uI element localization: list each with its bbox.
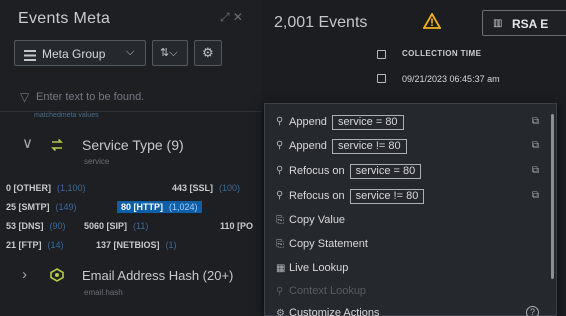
meta-value-item[interactable]: 21 [FTP] (14) [6, 240, 64, 250]
meta-value-item[interactable]: 137 [NETBIOS] (1) [96, 240, 177, 250]
event-row-time[interactable]: 09/21/2023 06:45:37 am [402, 74, 500, 84]
filter-input[interactable]: Enter text to be found. [36, 91, 144, 103]
copy-icon: ⎘ [276, 239, 284, 250]
meta-group-label: Meta Group [42, 47, 106, 61]
meta-group-icon [24, 48, 36, 66]
email-hash-icon [50, 268, 64, 287]
menu-item-refocus-not-equals[interactable]: ⚲ Refocus on service != 80 ⧉ [265, 184, 551, 208]
meta-value-item[interactable]: 0 [OTHER] (1,100) [6, 183, 86, 193]
query-chip: service = 80 [349, 164, 422, 179]
search-icon: ⚲ [276, 140, 284, 151]
gear-icon: ⚙ [276, 308, 285, 316]
settings-button[interactable]: ⚙ [194, 40, 222, 66]
meta-value-item[interactable]: 443 [SSL] (100) [172, 183, 240, 193]
search-icon: ⚲ [276, 165, 284, 176]
email-hash-title[interactable]: Email Address Hash (20+) [82, 268, 233, 283]
rsa-button-label: RSA E [512, 17, 549, 31]
filter-row[interactable]: ▽ Enter text to be found. [0, 84, 262, 112]
expand-chevron-icon[interactable]: › [22, 266, 27, 283]
search-icon: ⚲ [276, 116, 284, 127]
external-link-icon[interactable]: ⧉ [532, 140, 539, 151]
service-type-icon [50, 138, 64, 157]
events-count: 2,001 Events [274, 14, 368, 31]
help-icon[interactable]: ? [526, 306, 539, 316]
menu-item-refocus-equals[interactable]: ⚲ Refocus on service = 80 ⧉ [265, 159, 551, 183]
meta-value-item[interactable]: 5060 [SIP] (11) [84, 221, 148, 231]
external-link-icon[interactable]: ⧉ [532, 165, 539, 176]
query-chip: service != 80 [349, 189, 425, 204]
row-checkbox[interactable] [377, 74, 386, 83]
context-lookup-icon: ⚲ [276, 286, 284, 297]
search-icon: ⚲ [276, 190, 284, 201]
warning-icon[interactable] [422, 12, 442, 34]
menu-item-append-equals[interactable]: ⚲ Append service = 80 ⧉ [265, 110, 551, 134]
filter-icon: ▽ [20, 90, 30, 104]
email-hash-key: email.hash [84, 288, 123, 297]
sort-icon: ⇅⌵ [160, 47, 178, 59]
external-link-icon[interactable]: ⧉ [532, 190, 539, 201]
collapse-chevron-icon[interactable]: ∨ [22, 134, 33, 152]
menu-item-copy-statement[interactable]: ⎘ Copy Statement [265, 233, 551, 257]
meta-value-item[interactable]: 25 [SMTP] (149) [6, 202, 77, 212]
copy-icon: ⎘ [276, 215, 284, 226]
expand-close-icons[interactable]: ⤢ ✕ [220, 10, 243, 25]
events-meta-panel: Events Meta ⤢ ✕ Meta Group ⌵ ⇅⌵ ⚙ ▽ Ente… [0, 0, 262, 316]
select-all-checkbox[interactable] [377, 50, 386, 59]
meta-value-item-selected[interactable]: 80 [HTTP] (1,024) [117, 201, 202, 213]
menu-item-copy-value[interactable]: ⎘ Copy Value [265, 209, 551, 233]
panel-title: Events Meta [18, 10, 111, 27]
cut-off-label: matchedmeta values [34, 112, 99, 119]
column-header-collection-time[interactable]: COLLECTION TIME [402, 49, 481, 58]
menu-scrollbar[interactable] [551, 114, 554, 279]
query-chip: service = 80 [331, 115, 404, 130]
sort-button[interactable]: ⇅⌵ [152, 40, 188, 66]
context-menu: ⚲ Append service = 80 ⧉ ⚲ Append service !… [264, 103, 557, 316]
external-link-icon[interactable]: ⧉ [532, 116, 539, 127]
chevron-down-icon: ⌵ [126, 46, 135, 58]
menu-item-live-lookup[interactable]: ▦ Live Lookup [265, 257, 551, 281]
rsa-button[interactable]: ▥ RSA E [482, 10, 566, 36]
meta-value-item[interactable]: 53 [DNS] (90) [6, 221, 66, 231]
menu-item-context-lookup: ⚲ Context Lookup [276, 285, 367, 297]
meta-value-item[interactable]: 110 [PO [220, 221, 253, 231]
gear-icon: ⚙ [202, 45, 214, 60]
bars-icon: ▥ [493, 18, 503, 29]
query-chip: service != 80 [331, 139, 407, 154]
service-type-key: service [84, 157, 110, 166]
live-lookup-icon: ▦ [276, 263, 286, 274]
menu-item-customize-actions[interactable]: ⚙ Customize Actions ? [265, 302, 551, 316]
service-type-title[interactable]: Service Type (9) [82, 137, 184, 153]
menu-item-append-not-equals[interactable]: ⚲ Append service != 80 ⧉ [265, 134, 551, 158]
meta-group-dropdown[interactable]: Meta Group ⌵ [14, 40, 146, 66]
